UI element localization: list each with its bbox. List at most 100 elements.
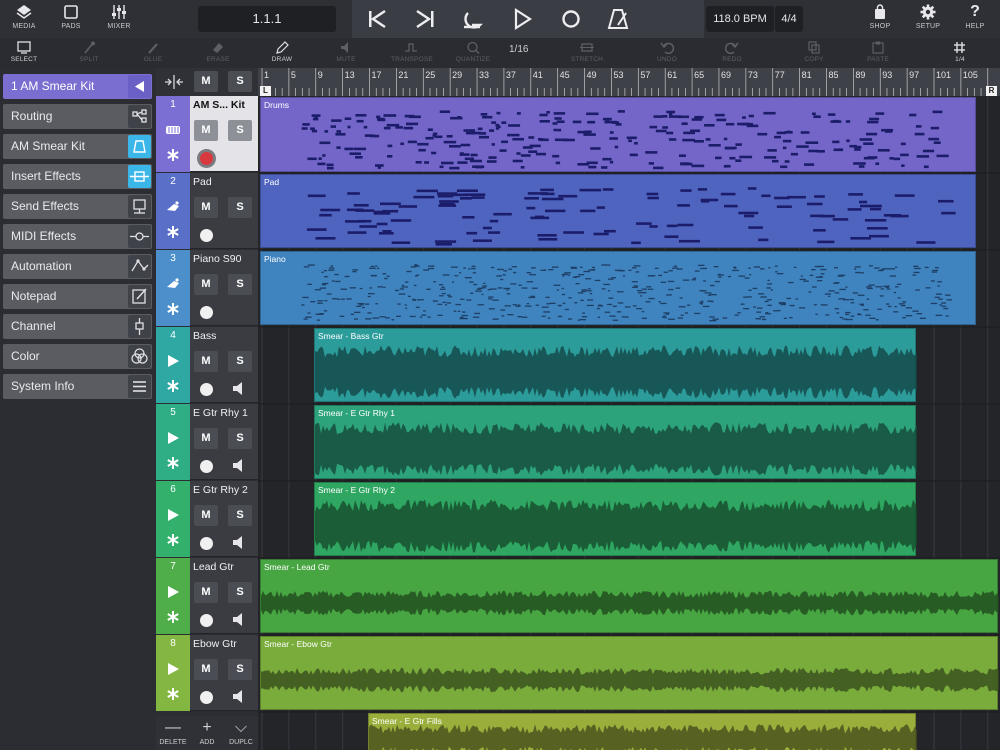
- record-arm-icon[interactable]: [200, 229, 213, 242]
- arrange-view[interactable]: L R 1 5 9 13 17 21 25 29 33 37 41 45 49 53 57 61 65 69 73 7…: [258, 68, 1000, 750]
- tempo-display[interactable]: 118.0 BPM: [706, 6, 774, 32]
- asterisk-icon[interactable]: [166, 456, 180, 470]
- inspector-item-send-effects[interactable]: Send Effects: [3, 194, 152, 219]
- loop-left-marker[interactable]: L: [260, 86, 271, 96]
- redo-tool[interactable]: REDO: [712, 40, 752, 66]
- transpose-tool[interactable]: TRANSPOSE: [391, 40, 433, 66]
- inspector-item-midi-effects[interactable]: MIDI Effects: [3, 224, 152, 249]
- mute-button[interactable]: M: [194, 351, 218, 372]
- track-name[interactable]: Piano S90: [193, 253, 241, 265]
- clip-1[interactable]: Drums: [260, 97, 976, 172]
- track-header-1[interactable]: 1 AM S... Kit M S: [156, 96, 258, 172]
- pads-button[interactable]: PADS: [53, 2, 89, 36]
- timeline-ruler[interactable]: L R 1 5 9 13 17 21 25 29 33 37 41 45 49 53 57 61 65 69 73 7…: [258, 68, 1000, 96]
- asterisk-icon[interactable]: [166, 302, 180, 316]
- glue-tool[interactable]: GLUE: [133, 40, 173, 66]
- undo-tool[interactable]: UNDO: [647, 40, 687, 66]
- track-header-8[interactable]: 8 Ebow Gtr M S: [156, 635, 258, 711]
- track-header-7[interactable]: 7 Lead Gtr M S: [156, 558, 258, 634]
- track-header-3[interactable]: 3 Piano S90 M S: [156, 250, 258, 326]
- collapse-arrow-icon[interactable]: [128, 75, 151, 98]
- inspector-item-insert-effects[interactable]: Insert Effects: [3, 164, 152, 189]
- select-tool[interactable]: SELECT: [4, 40, 44, 66]
- inspector-item-channel[interactable]: Channel: [3, 314, 152, 339]
- asterisk-icon[interactable]: [166, 687, 180, 701]
- inspector-item-automation[interactable]: Automation: [3, 254, 152, 279]
- mute-button[interactable]: M: [194, 582, 218, 603]
- shop-button[interactable]: SHOP: [862, 2, 898, 36]
- track-name[interactable]: Bass: [193, 330, 216, 342]
- forward-icon[interactable]: [412, 7, 438, 31]
- track-name[interactable]: E Gtr Rhy 1: [193, 407, 248, 419]
- speaker-icon[interactable]: [231, 535, 246, 550]
- solo-button[interactable]: S: [228, 428, 252, 449]
- inspector-item-notepad[interactable]: Notepad: [3, 284, 152, 309]
- media-button[interactable]: MEDIA: [6, 2, 42, 36]
- record-arm-icon[interactable]: [200, 614, 213, 627]
- record-arm-icon[interactable]: [200, 460, 213, 473]
- track-name[interactable]: AM S... Kit: [193, 99, 245, 111]
- track-name[interactable]: E Gtr Rhy 2: [193, 484, 248, 496]
- time-signature-display[interactable]: 4/4: [775, 6, 803, 32]
- play-icon[interactable]: [509, 7, 535, 31]
- record-arm-icon[interactable]: [200, 383, 213, 396]
- speaker-icon[interactable]: [231, 381, 246, 396]
- add-track-button[interactable]: + ADD: [190, 719, 224, 746]
- track-color-strip[interactable]: 8: [156, 635, 190, 711]
- clip-4[interactable]: Smear - Bass Gtr: [314, 328, 917, 402]
- split-tool[interactable]: SPLIT: [69, 40, 109, 66]
- inspector-item-color[interactable]: Color: [3, 344, 152, 369]
- track-name[interactable]: Pad: [193, 176, 212, 188]
- asterisk-icon[interactable]: [166, 379, 180, 393]
- track-color-strip[interactable]: 7: [156, 558, 190, 634]
- track-color-strip[interactable]: 4: [156, 327, 190, 403]
- speaker-icon[interactable]: [231, 612, 246, 627]
- solo-button[interactable]: S: [228, 659, 252, 680]
- quantize-tool[interactable]: QUANTIZE: [453, 40, 493, 66]
- track-header-6[interactable]: 6 E Gtr Rhy 2 M S: [156, 481, 258, 557]
- track-name[interactable]: Lead Gtr: [193, 561, 234, 573]
- mute-button[interactable]: M: [194, 505, 218, 526]
- mute-button[interactable]: M: [194, 659, 218, 680]
- asterisk-icon[interactable]: [166, 610, 180, 624]
- record-arm-icon[interactable]: [200, 152, 213, 165]
- clip-2[interactable]: Pad: [260, 174, 976, 248]
- clip-3[interactable]: Piano: [260, 251, 976, 325]
- erase-tool[interactable]: ERASE: [198, 40, 238, 66]
- mute-tool[interactable]: MUTE: [326, 40, 366, 66]
- track-color-strip[interactable]: 5: [156, 404, 190, 480]
- mute-button[interactable]: M: [194, 428, 218, 449]
- solo-button[interactable]: S: [228, 351, 252, 372]
- mute-button[interactable]: M: [194, 120, 218, 141]
- position-display[interactable]: 1.1.1: [198, 6, 336, 32]
- mixer-button[interactable]: MIXER: [101, 2, 137, 36]
- speaker-icon[interactable]: [231, 458, 246, 473]
- mute-button[interactable]: M: [194, 274, 218, 295]
- clip-9[interactable]: Smear - E Gtr Fills: [368, 713, 917, 750]
- inspector-item-system-info[interactable]: System Info: [3, 374, 152, 399]
- draw-tool[interactable]: DRAW: [262, 40, 302, 66]
- track-name[interactable]: Ebow Gtr: [193, 638, 237, 650]
- asterisk-icon[interactable]: [166, 225, 180, 239]
- stretch-tool[interactable]: STRETCH: [567, 40, 607, 66]
- solo-button[interactable]: S: [228, 197, 252, 218]
- delete-track-button[interactable]: — DELETE: [156, 719, 190, 746]
- record-icon[interactable]: [558, 7, 584, 31]
- asterisk-icon[interactable]: [166, 533, 180, 547]
- inspector-item-instrument[interactable]: AM Smear Kit: [3, 134, 152, 159]
- solo-button[interactable]: S: [228, 120, 252, 141]
- clip-7[interactable]: Smear - Lead Gtr: [260, 559, 999, 633]
- track-color-strip[interactable]: 2: [156, 173, 190, 249]
- clip-5[interactable]: Smear - E Gtr Rhy 1: [314, 405, 917, 479]
- loop-right-marker[interactable]: R: [986, 86, 997, 96]
- track-color-strip[interactable]: 6: [156, 481, 190, 557]
- solo-button[interactable]: S: [228, 274, 252, 295]
- clip-8[interactable]: Smear - Ebow Gtr: [260, 636, 999, 710]
- global-solo-button[interactable]: S: [228, 71, 252, 92]
- copy-tool[interactable]: COPY: [794, 40, 834, 66]
- record-arm-icon[interactable]: [200, 537, 213, 550]
- global-mute-button[interactable]: M: [194, 71, 218, 92]
- mute-button[interactable]: M: [194, 197, 218, 218]
- duplicate-track-button[interactable]: ⌵ DUPLC: [224, 719, 258, 746]
- setup-button[interactable]: SETUP: [910, 2, 946, 36]
